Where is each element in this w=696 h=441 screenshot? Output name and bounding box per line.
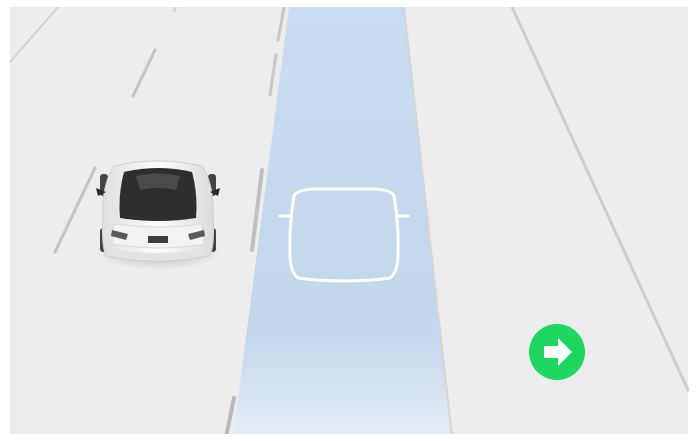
ego-car	[96, 160, 220, 270]
lane-change-indicator	[529, 324, 585, 380]
autopilot-visualization	[0, 0, 696, 441]
roof-reflection	[136, 173, 180, 190]
license-plate	[148, 236, 168, 243]
